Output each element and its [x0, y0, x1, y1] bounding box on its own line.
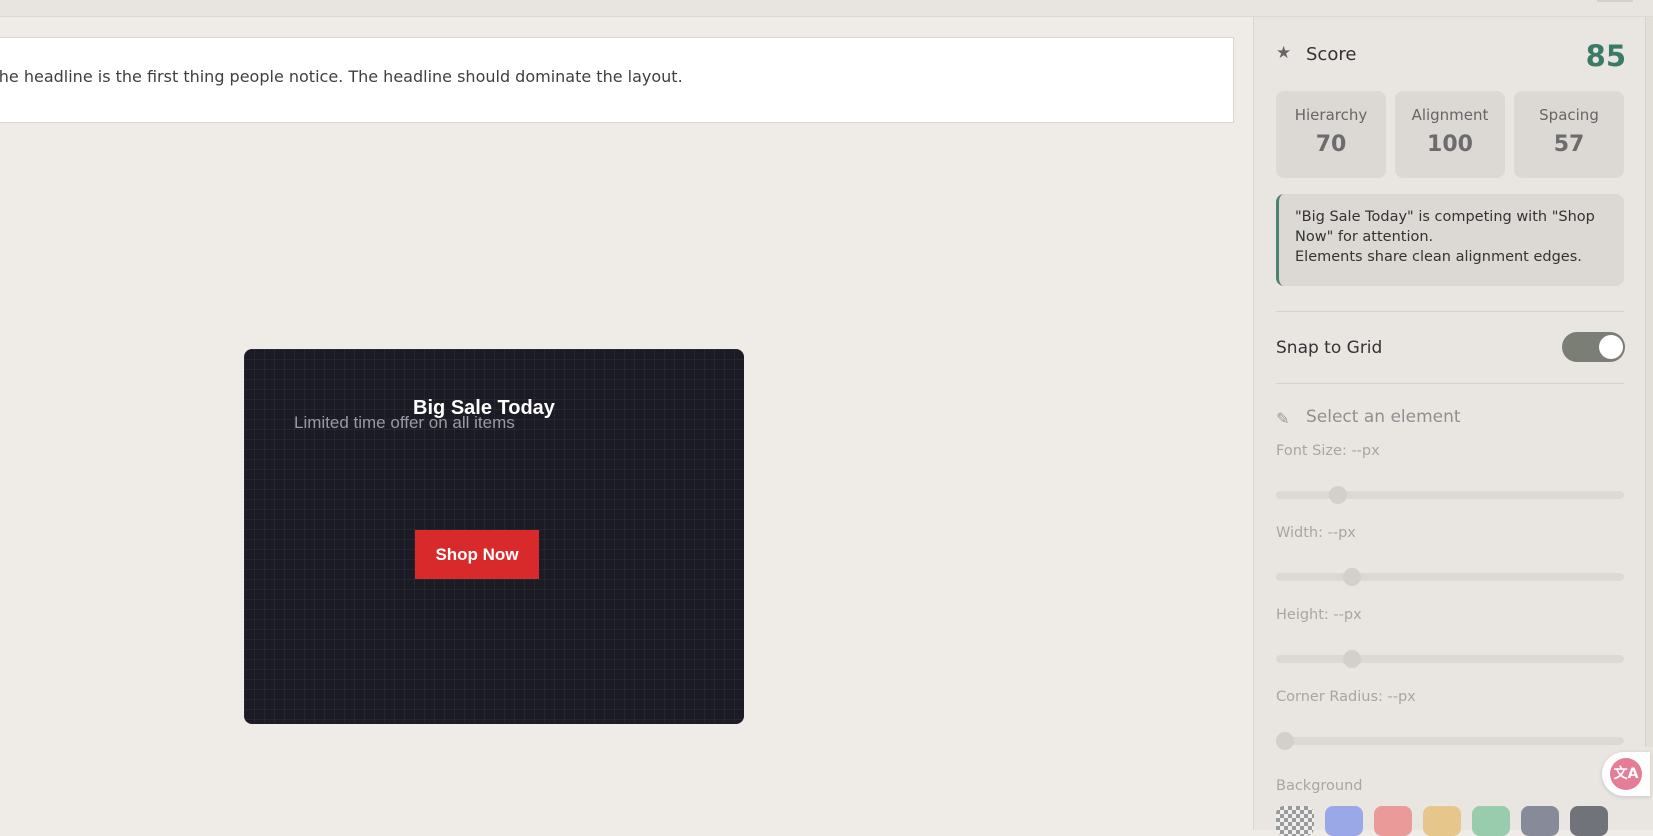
select-element-label: Select an element: [1306, 407, 1461, 427]
metric-label: Hierarchy: [1294, 106, 1368, 124]
font-size-label: Font Size: --px: [1276, 443, 1380, 459]
height-slider[interactable]: [1276, 650, 1624, 668]
metric-spacing: Spacing 57: [1514, 91, 1624, 178]
width-label: Width: --px: [1276, 525, 1356, 541]
metric-label: Alignment: [1411, 106, 1489, 124]
slider-thumb[interactable]: [1343, 650, 1361, 668]
star-icon: ★: [1276, 43, 1292, 63]
feedback-box: "Big Sale Today" is competing with "Shop…: [1276, 194, 1624, 286]
score-row: ★ Score 85: [1276, 39, 1626, 75]
canvas-area: The headline is the first thing people n…: [0, 17, 1253, 830]
score-label: Score: [1306, 44, 1357, 65]
design-headline[interactable]: Big Sale Today: [384, 397, 584, 420]
slider-thumb[interactable]: [1276, 732, 1294, 750]
swatch-blue[interactable]: [1325, 806, 1363, 836]
divider: [1276, 383, 1624, 384]
instruction-text: The headline is the first thing people n…: [0, 67, 683, 86]
font-size-slider[interactable]: [1276, 486, 1624, 504]
swatch-green[interactable]: [1472, 806, 1510, 836]
feedback-line: "Big Sale Today" is competing with "Shop…: [1295, 209, 1595, 245]
corner-radius-slider[interactable]: [1276, 732, 1624, 750]
corner-radius-label: Corner Radius: --px: [1276, 689, 1416, 705]
score-value: 85: [1585, 39, 1626, 73]
sidebar: ★ Score 85 Hierarchy 70 Alignment 100 Sp…: [1253, 17, 1653, 836]
metric-label: Spacing: [1539, 106, 1599, 124]
metric-value: 100: [1427, 132, 1473, 157]
height-label: Height: --px: [1276, 607, 1362, 623]
translate-icon: 文A: [1610, 758, 1642, 790]
metric-alignment: Alignment 100: [1395, 91, 1505, 178]
slider-thumb[interactable]: [1329, 486, 1347, 504]
metric-value: 70: [1315, 132, 1347, 157]
width-slider[interactable]: [1276, 568, 1624, 586]
snap-to-grid-label: Snap to Grid: [1276, 338, 1383, 358]
swatch-red[interactable]: [1374, 806, 1412, 836]
toggle-knob: [1599, 335, 1623, 359]
top-bar: [0, 0, 1653, 17]
snap-to-grid-toggle[interactable]: [1562, 332, 1625, 362]
divider: [1276, 311, 1624, 312]
slider-thumb[interactable]: [1343, 568, 1361, 586]
top-bar-button[interactable]: [1597, 0, 1633, 2]
swatch-transparent[interactable]: [1276, 806, 1314, 836]
design-cta-button[interactable]: Shop Now: [415, 530, 539, 579]
feedback-line: Elements share clean alignment edges.: [1295, 249, 1582, 265]
translate-button[interactable]: 文A: [1602, 752, 1650, 796]
swatch-slate[interactable]: [1521, 806, 1559, 836]
instruction-banner: The headline is the first thing people n…: [0, 37, 1234, 123]
metric-value: 57: [1553, 132, 1585, 157]
background-label: Background: [1276, 778, 1363, 794]
metric-hierarchy: Hierarchy 70: [1276, 91, 1386, 178]
swatch-gray[interactable]: [1570, 806, 1608, 836]
sidebar-scrollbar[interactable]: [1645, 17, 1653, 747]
pencil-icon: ✎: [1276, 409, 1290, 428]
swatch-yellow[interactable]: [1423, 806, 1461, 836]
design-canvas[interactable]: Limited time offer on all items Big Sale…: [244, 349, 744, 724]
